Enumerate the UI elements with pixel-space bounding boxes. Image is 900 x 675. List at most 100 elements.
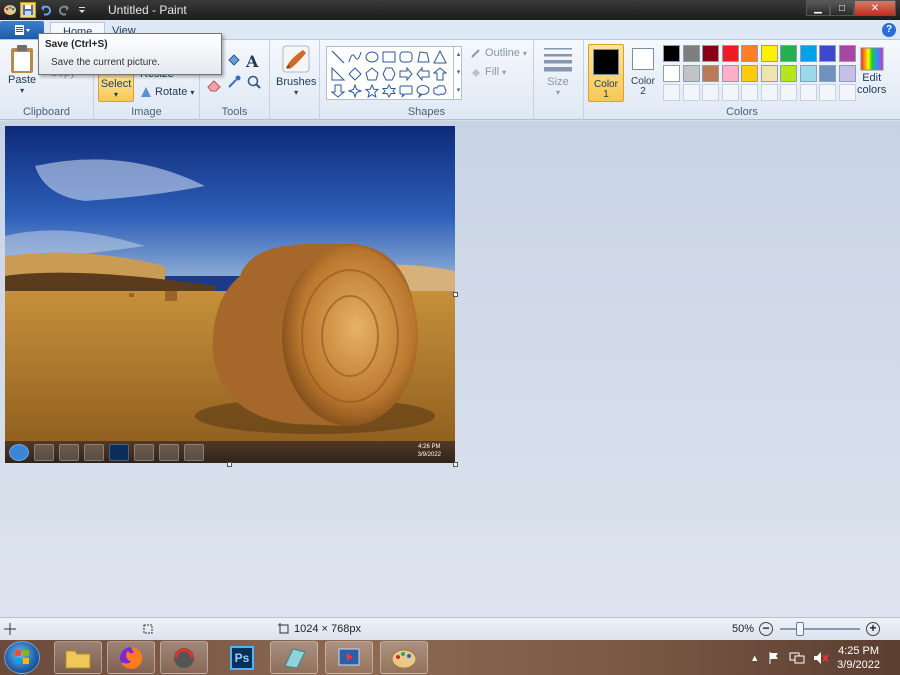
- diamond-shape-icon[interactable]: [346, 65, 363, 82]
- redo-icon[interactable]: [56, 2, 72, 18]
- custom-color-slot[interactable]: [760, 84, 778, 101]
- customize-dropdown-icon[interactable]: [74, 2, 90, 18]
- rectangle-shape-icon[interactable]: [380, 48, 397, 65]
- six-point-star-shape-icon[interactable]: [380, 82, 397, 99]
- custom-color-slot[interactable]: [721, 84, 739, 101]
- maximize-button[interactable]: □: [830, 0, 854, 16]
- custom-color-slot[interactable]: [819, 84, 836, 101]
- eyedropper-icon[interactable]: [226, 74, 246, 96]
- eraser-icon[interactable]: [206, 78, 222, 95]
- taskbar-app-button[interactable]: [160, 641, 208, 674]
- custom-color-slot[interactable]: [838, 84, 856, 101]
- color-swatch[interactable]: [741, 64, 758, 82]
- triangle-shape-icon[interactable]: [431, 48, 448, 65]
- pentagon-shape-icon[interactable]: [363, 65, 380, 82]
- up-arrow-shape-icon[interactable]: [431, 65, 448, 82]
- color-swatch[interactable]: [721, 45, 739, 62]
- cloud-callout-shape-icon[interactable]: [431, 82, 448, 99]
- color-swatch[interactable]: [819, 45, 836, 62]
- custom-color-slot[interactable]: [741, 84, 758, 101]
- rotate-button[interactable]: Rotate ▾: [140, 86, 194, 98]
- color-swatch[interactable]: [819, 64, 836, 82]
- right-arrow-shape-icon[interactable]: [397, 65, 414, 82]
- zoom-in-button[interactable]: +: [866, 622, 880, 636]
- volume-muted-icon[interactable]: [813, 651, 829, 665]
- taskbar-firefox-button[interactable]: [107, 641, 155, 674]
- resize-handle-right[interactable]: [453, 292, 458, 297]
- color2-button[interactable]: Color 2: [626, 44, 660, 102]
- left-arrow-shape-icon[interactable]: [414, 65, 431, 82]
- brushes-button[interactable]: Brushes ▾: [276, 44, 316, 97]
- color-swatch[interactable]: [721, 64, 739, 82]
- custom-color-slot[interactable]: [780, 84, 797, 101]
- color-swatch[interactable]: [838, 64, 856, 82]
- color-swatch[interactable]: [780, 64, 797, 82]
- minimize-button[interactable]: ▁: [806, 0, 830, 16]
- colors-group-label: Colors: [726, 106, 758, 118]
- taskbar-notes-button[interactable]: [270, 641, 318, 674]
- close-button[interactable]: ✕: [854, 0, 896, 16]
- color-swatch[interactable]: [780, 45, 797, 62]
- color-swatch[interactable]: [682, 64, 700, 82]
- oval-shape-icon[interactable]: [363, 48, 380, 65]
- outline-button[interactable]: Outline ▾: [470, 47, 527, 59]
- color-swatch[interactable]: [663, 64, 680, 82]
- color-swatch[interactable]: [799, 64, 817, 82]
- polygon-shape-icon[interactable]: [414, 48, 431, 65]
- line-shape-icon[interactable]: [329, 48, 346, 65]
- color1-button[interactable]: Color 1: [588, 44, 624, 102]
- folder-icon: [65, 650, 91, 668]
- color-swatch[interactable]: [838, 45, 856, 62]
- color-swatch[interactable]: [799, 45, 817, 62]
- color-swatch[interactable]: [682, 45, 700, 62]
- rounded-rectangle-shape-icon[interactable]: [397, 48, 414, 65]
- shapes-scroll[interactable]: ▴ ▾ ▾: [453, 46, 463, 100]
- select-button[interactable]: Select ▾: [98, 74, 134, 102]
- four-point-star-shape-icon[interactable]: [346, 82, 363, 99]
- down-arrow-shape-icon[interactable]: [329, 82, 346, 99]
- rounded-callout-shape-icon[interactable]: [397, 82, 414, 99]
- network-icon[interactable]: [789, 651, 805, 665]
- taskbar-photoshop-button[interactable]: Ps: [218, 641, 266, 674]
- curve-shape-icon[interactable]: [346, 48, 363, 65]
- show-hidden-icons-icon[interactable]: ▲: [750, 653, 759, 663]
- taskbar-media-button[interactable]: [325, 641, 373, 674]
- custom-color-slot[interactable]: [702, 84, 719, 101]
- oval-callout-shape-icon[interactable]: [414, 82, 431, 99]
- paste-dropdown-icon: ▾: [20, 86, 25, 95]
- save-icon[interactable]: [20, 2, 36, 18]
- custom-color-slot[interactable]: [799, 84, 817, 101]
- five-point-star-shape-icon[interactable]: [363, 82, 380, 99]
- fill-bucket-icon[interactable]: [226, 52, 246, 74]
- zoom-out-button[interactable]: −: [759, 622, 773, 636]
- custom-color-slot[interactable]: [663, 84, 680, 101]
- magnifier-icon[interactable]: [246, 74, 266, 96]
- text-icon[interactable]: A: [246, 52, 266, 74]
- edit-colors-button[interactable]: Edit colors: [857, 46, 886, 96]
- drawing-canvas[interactable]: 4:26 PM 3/9/2022: [5, 126, 455, 463]
- zoom-slider-track[interactable]: [780, 628, 860, 630]
- size-button[interactable]: Size ▾: [544, 46, 572, 97]
- resize-handle-corner[interactable]: [453, 462, 458, 467]
- resize-handle-bottom[interactable]: [227, 462, 232, 467]
- help-icon[interactable]: ?: [882, 23, 896, 37]
- zoom-slider-thumb[interactable]: [796, 622, 804, 636]
- color-swatch[interactable]: [702, 64, 719, 82]
- undo-icon[interactable]: [38, 2, 54, 18]
- color-palette: [662, 44, 857, 103]
- taskbar-paint-button[interactable]: [380, 641, 428, 674]
- fill-button[interactable]: Fill ▾: [470, 66, 506, 78]
- paste-button[interactable]: Paste ▾: [8, 44, 36, 95]
- hexagon-shape-icon[interactable]: [380, 65, 397, 82]
- start-button[interactable]: [4, 641, 40, 674]
- taskbar-clock[interactable]: 4:25 PM 3/9/2022: [837, 644, 880, 672]
- custom-color-slot[interactable]: [682, 84, 700, 101]
- color-swatch[interactable]: [760, 45, 778, 62]
- right-triangle-shape-icon[interactable]: [329, 65, 346, 82]
- color-swatch[interactable]: [741, 45, 758, 62]
- color-swatch[interactable]: [663, 45, 680, 62]
- color-swatch[interactable]: [760, 64, 778, 82]
- color-swatch[interactable]: [702, 45, 719, 62]
- taskbar-folder-button[interactable]: [54, 641, 102, 674]
- action-center-flag-icon[interactable]: [767, 651, 781, 665]
